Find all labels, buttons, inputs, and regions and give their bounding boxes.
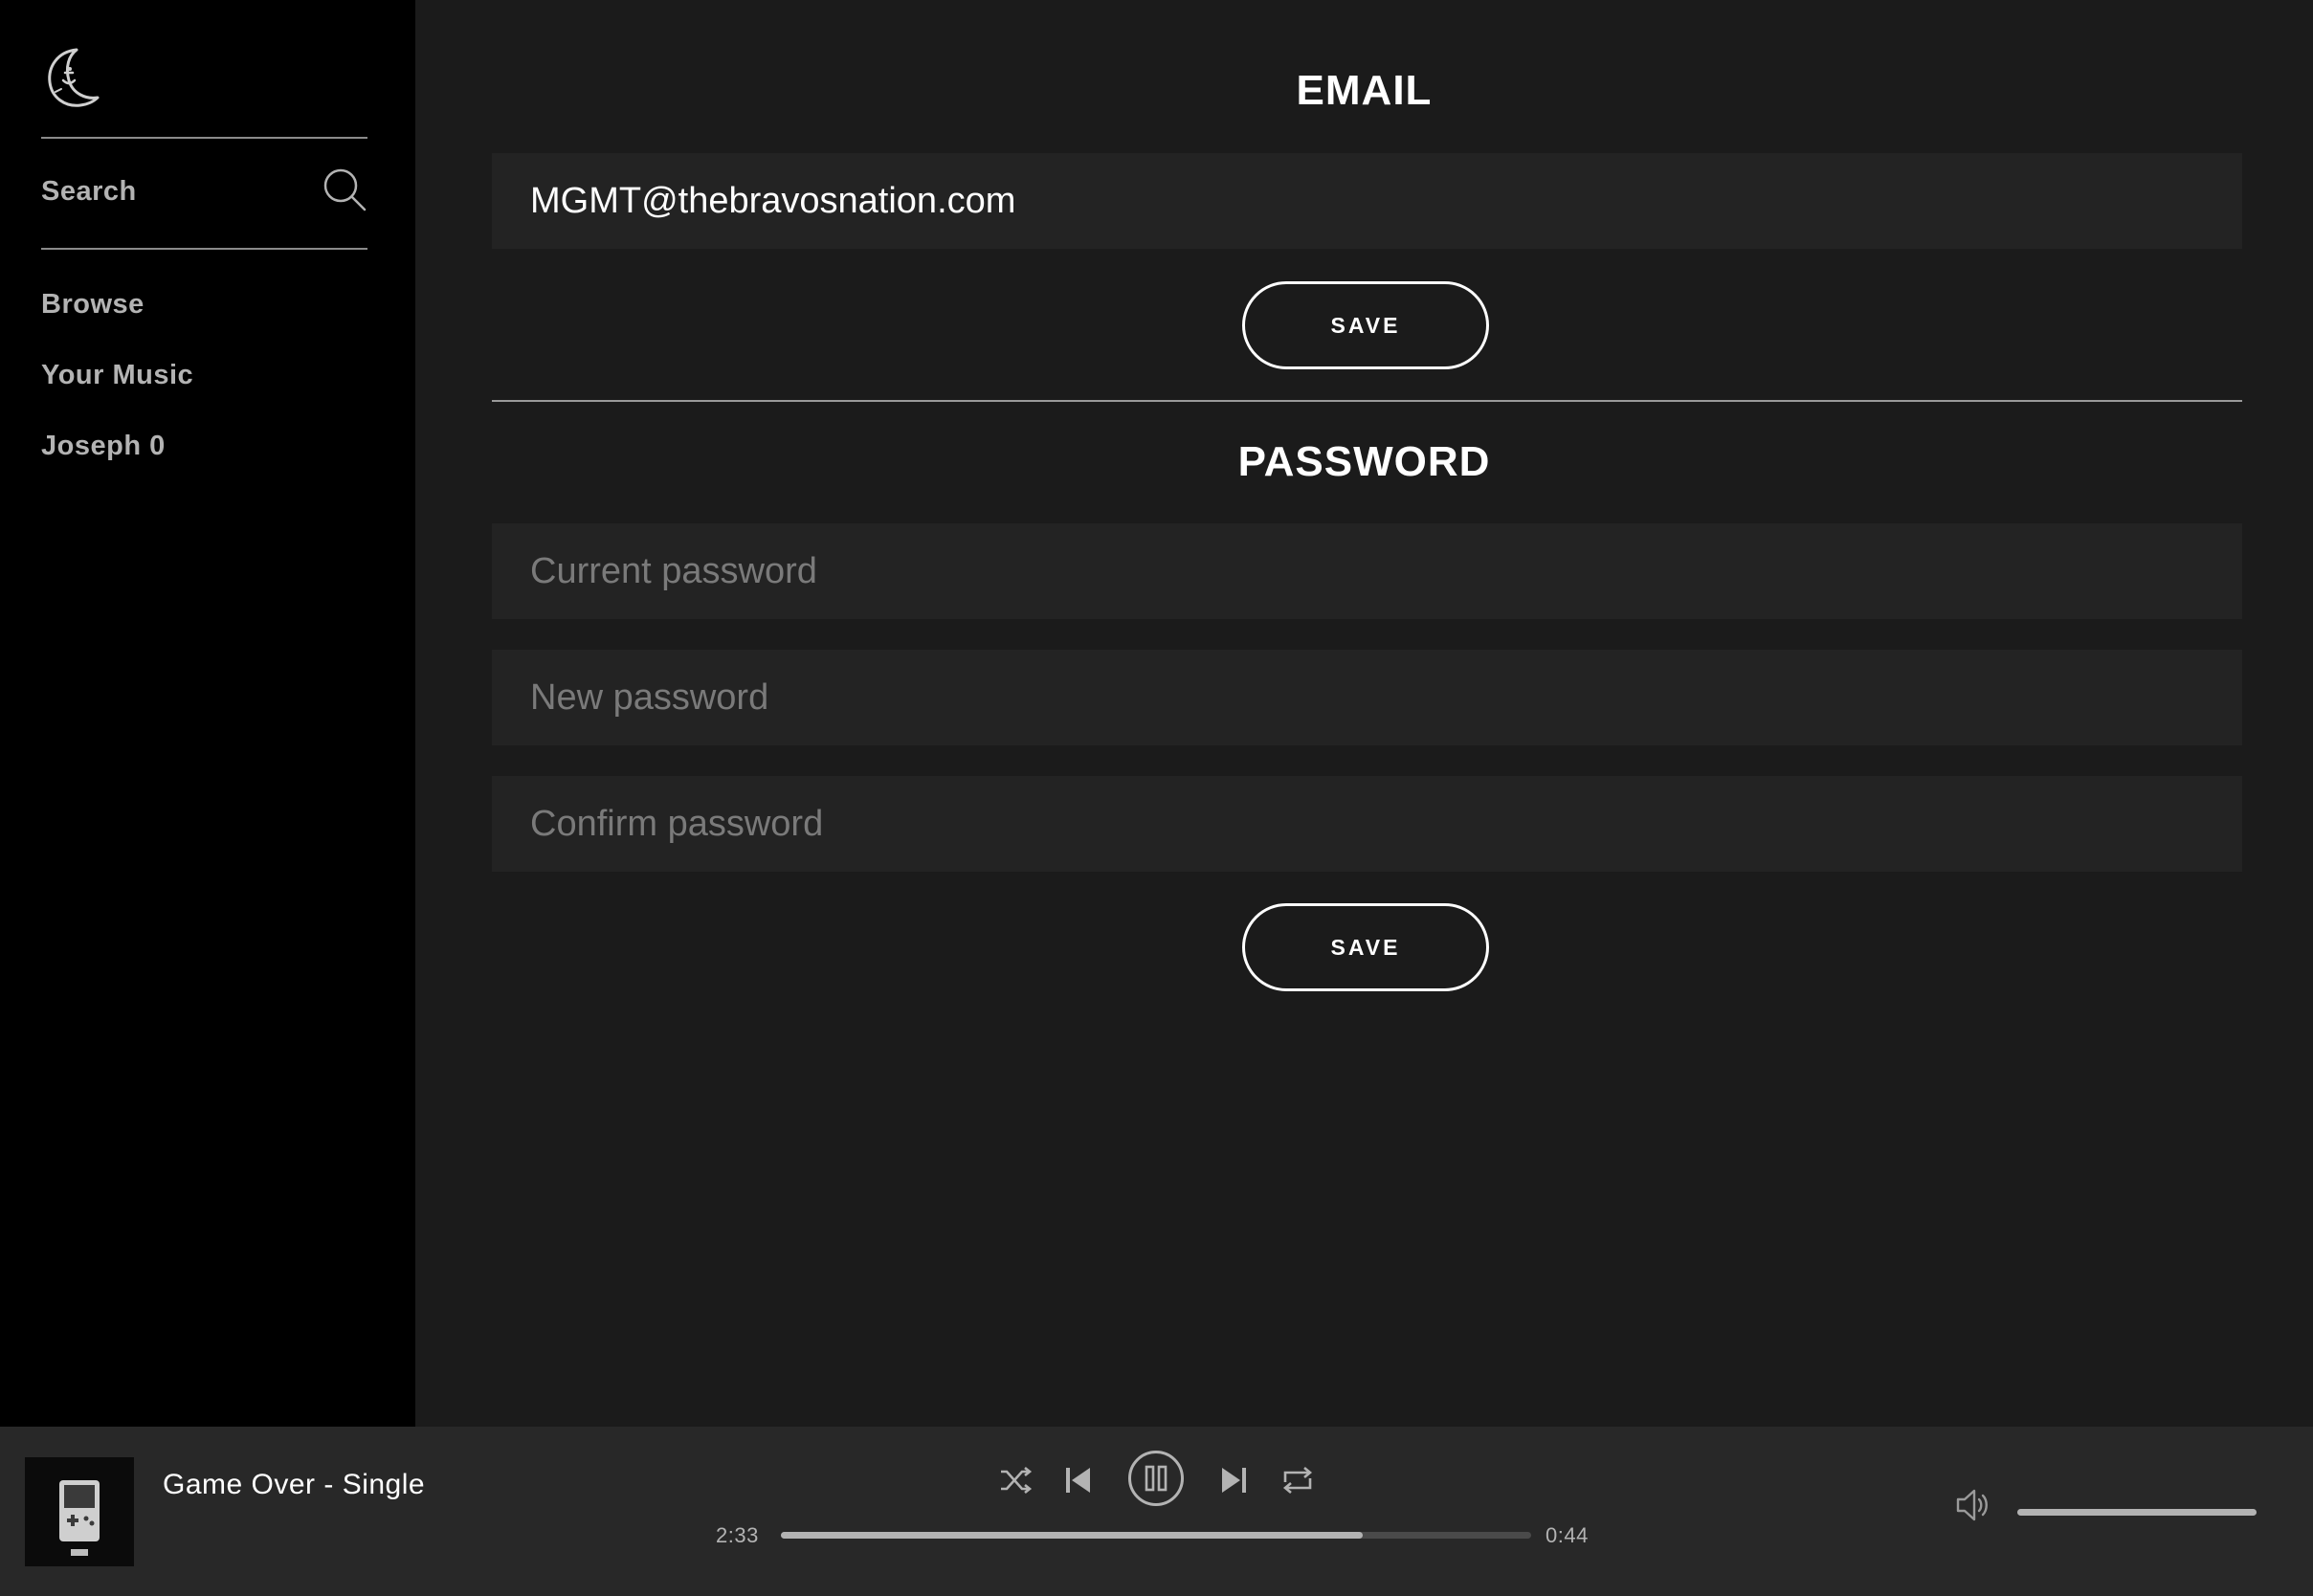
shuffle-icon[interactable] — [998, 1463, 1033, 1497]
player-bar: Game Over - Single 2:33 0:44 — [0, 1427, 2313, 1596]
repeat-icon[interactable] — [1280, 1463, 1315, 1497]
remaining-time: 0:44 — [1546, 1523, 1589, 1547]
save-password-button[interactable]: SAVE — [1242, 903, 1489, 991]
speaker-icon[interactable] — [1954, 1486, 1992, 1524]
new-password-field[interactable] — [492, 650, 2242, 745]
sidebar-item-your-music[interactable]: Your Music — [41, 360, 193, 391]
email-field[interactable] — [492, 153, 2242, 249]
moon-face-icon[interactable] — [44, 44, 101, 111]
sidebar-item-browse[interactable]: Browse — [41, 289, 145, 321]
current-password-field[interactable] — [492, 523, 2242, 619]
account-settings-panel: EMAIL SAVE PASSWORD SAVE — [415, 0, 2313, 1427]
save-email-button[interactable]: SAVE — [1242, 281, 1489, 369]
track-title[interactable]: Game Over - Single — [163, 1469, 425, 1501]
section-divider — [492, 400, 2242, 402]
progress-fill — [781, 1532, 1364, 1539]
previous-icon[interactable] — [1064, 1465, 1093, 1496]
elapsed-time: 2:33 — [716, 1523, 759, 1547]
sidebar-item-profile[interactable]: Joseph 0 — [41, 431, 166, 462]
progress-bar[interactable] — [781, 1532, 1531, 1539]
album-art[interactable] — [25, 1457, 134, 1566]
search-row[interactable]: Search — [41, 138, 367, 249]
pause-icon[interactable] — [1127, 1450, 1185, 1507]
volume-fill — [2017, 1509, 2257, 1516]
next-icon[interactable] — [1219, 1465, 1248, 1496]
email-section-title: EMAIL — [1296, 67, 1433, 114]
sidebar: Search Browse Your Music Joseph 0 — [0, 0, 415, 1427]
password-section-title: PASSWORD — [1237, 438, 1491, 485]
volume-slider[interactable] — [2017, 1509, 2257, 1516]
sidebar-divider-bottom — [41, 248, 367, 250]
confirm-password-field[interactable] — [492, 776, 2242, 872]
search-label[interactable]: Search — [41, 176, 137, 208]
search-icon[interactable] — [322, 166, 367, 212]
